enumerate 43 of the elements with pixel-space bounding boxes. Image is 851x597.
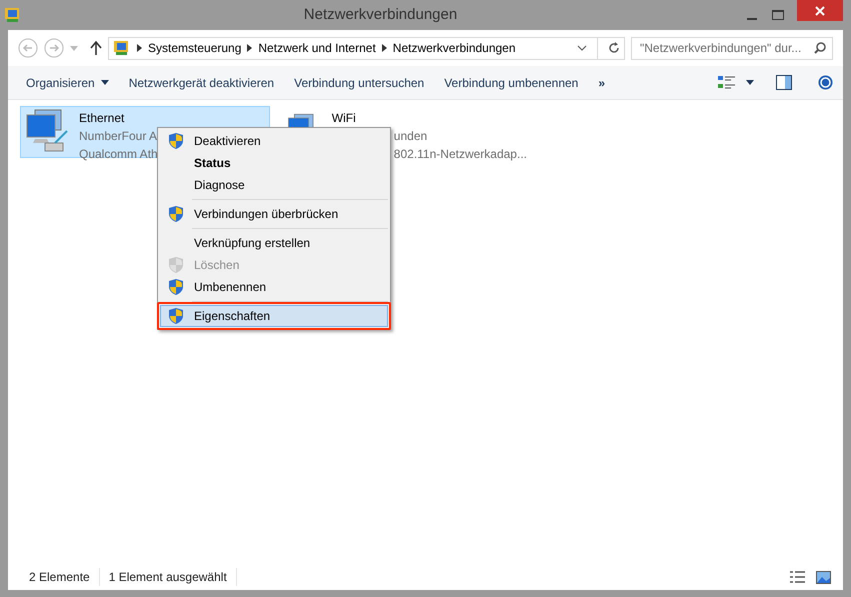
status-text: 2 Elemente [20,568,100,586]
shield-icon [169,206,183,222]
toolbar-button[interactable]: Organisieren [18,70,117,94]
window-title: Netzwerkverbindungen [302,4,458,25]
menu-item[interactable]: Verbindungen überbrücken [160,203,388,225]
search-icon [814,42,826,54]
breadcrumb[interactable]: Netzwerk und Internet [258,39,376,57]
view-options-icon[interactable] [718,74,736,90]
shield-icon [169,133,183,149]
search-field[interactable]: "Netzwerkverbindungen" dur... [631,36,833,60]
menu-item[interactable]: Diagnose [160,174,388,196]
address-bar[interactable]: Systemsteuerung Netzwerk und Internet Netzwerkverbindungen [108,36,625,60]
preview-pane-icon[interactable] [776,75,792,90]
menu-item[interactable]: Eigenschaften [160,305,388,327]
network-folder-icon [113,40,131,56]
toolbar-button[interactable]: Verbindung untersuchen [286,70,432,94]
help-icon[interactable] [818,75,833,90]
status-text: 1 Element ausgewählt [100,568,237,586]
caret-icon [100,80,109,85]
dropdown-icon[interactable] [577,45,587,51]
minimize-icon [747,18,757,20]
close-icon [815,6,825,16]
chevron-icon [382,44,387,52]
close-button[interactable] [797,0,843,21]
shield-icon [169,308,183,324]
breadcrumb[interactable]: Systemsteuerung [148,39,242,57]
chevron-icon [247,44,252,52]
breadcrumb[interactable]: Netzwerkverbindungen [392,39,516,57]
shield-icon [169,257,183,273]
large-icons-view-icon[interactable] [816,570,831,584]
menu-item[interactable]: Umbenennen [160,276,388,298]
chevron-icon [137,44,142,52]
maximize-icon [772,10,784,20]
details-view-icon[interactable] [790,570,806,584]
more-button[interactable]: » [590,70,614,94]
caret-icon[interactable] [746,80,754,85]
network-folder-icon [4,6,22,24]
shield-icon [169,279,183,295]
toolbar-button[interactable]: Netzwerkgerät deaktivieren [120,70,282,94]
up-button[interactable] [90,41,102,55]
toolbar-button[interactable]: Verbindung umbenennen [436,70,586,94]
refresh-icon[interactable] [608,42,620,54]
menu-item[interactable]: Verknüpfung erstellen [160,232,388,254]
